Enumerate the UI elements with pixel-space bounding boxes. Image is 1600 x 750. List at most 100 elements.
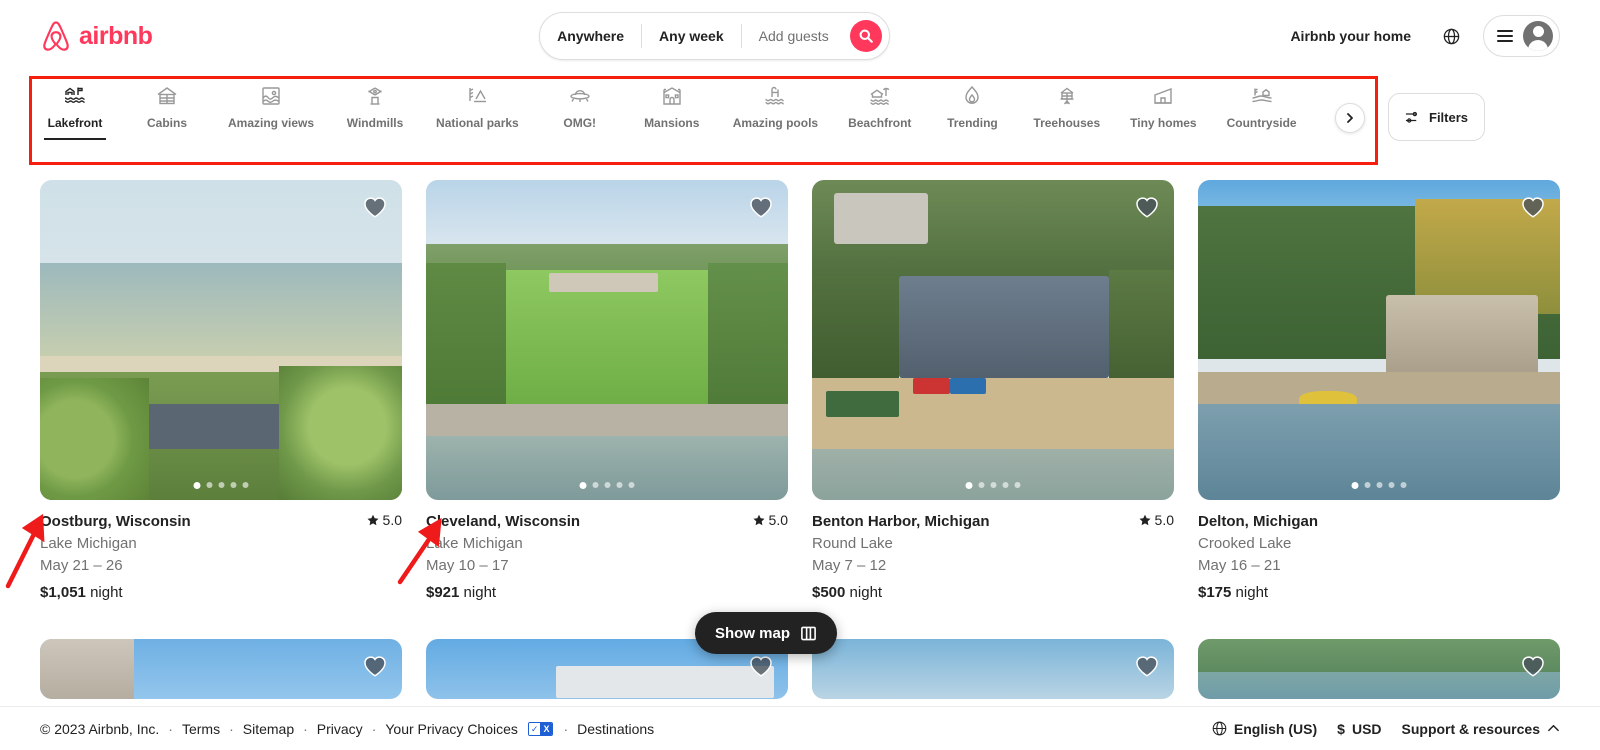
listing-photo[interactable]: [812, 180, 1174, 500]
show-map-button[interactable]: Show map: [695, 612, 838, 654]
category-treehouses[interactable]: Treehouses: [1033, 72, 1100, 140]
listing-price: $500 night: [812, 584, 1174, 601]
listing-subtitle: Crooked Lake: [1198, 535, 1292, 552]
category-amazing-views[interactable]: Amazing views: [228, 72, 314, 140]
footer-link-terms[interactable]: Terms: [182, 721, 220, 737]
listing-price-amount: $500: [812, 584, 846, 601]
airbnb-logo-text: airbnb: [79, 21, 153, 50]
listing-photo[interactable]: [426, 180, 788, 500]
listing-rating: 5.0: [753, 512, 788, 528]
listing-card[interactable]: Oostburg, Wisconsin 5.0 Lake Michigan Ma…: [40, 180, 402, 613]
footer-link-your-privacy-choices[interactable]: Your Privacy Choices: [385, 721, 518, 737]
category-label: Tiny homes: [1130, 116, 1197, 130]
category-lakefront[interactable]: Lakefront: [44, 72, 106, 140]
category-countryside[interactable]: Countryside: [1227, 72, 1297, 140]
category-label: National parks: [436, 116, 519, 130]
category-label: OMG!: [563, 116, 597, 130]
search-location-button[interactable]: Anywhere: [540, 13, 641, 59]
category-trending[interactable]: Trending: [941, 72, 1003, 140]
footer-link-destinations[interactable]: Destinations: [577, 721, 654, 737]
photo-scene: [1198, 180, 1560, 500]
category-national-parks[interactable]: National parks: [436, 72, 519, 140]
national-parks-icon: [469, 88, 487, 103]
star-icon: [367, 514, 379, 526]
footer-separator: ·: [168, 720, 173, 737]
listing-title-row: Benton Harbor, Michigan 5.0: [812, 512, 1174, 531]
category-next-button[interactable]: [1335, 103, 1365, 133]
save-to-wishlist-heart-icon[interactable]: [1520, 194, 1546, 220]
listing-dates: May 7 – 12: [812, 557, 887, 574]
listing-rating-value: 5.0: [768, 512, 788, 528]
category-mansions[interactable]: Mansions: [641, 72, 703, 140]
category-tiny-homes[interactable]: Tiny homes: [1130, 72, 1197, 140]
site-footer: © 2023 Airbnb, Inc. · Terms · Sitemap · …: [0, 706, 1600, 750]
footer-preferences: English (US) $ USD Support & resources: [1212, 721, 1560, 737]
save-to-wishlist-heart-icon[interactable]: [748, 194, 774, 220]
category-beachfront[interactable]: Beachfront: [848, 72, 911, 140]
beachfront-icon: [870, 87, 890, 105]
category-omg[interactable]: OMG!: [549, 72, 611, 140]
airbnb-logo[interactable]: airbnb: [40, 19, 153, 53]
photo-carousel-dots[interactable]: [193, 482, 249, 489]
countryside-icon: [1252, 88, 1272, 103]
category-label: Trending: [947, 116, 998, 130]
airbnb-your-home-link[interactable]: Airbnb your home: [1276, 16, 1425, 56]
search-guests-button[interactable]: Add guests: [742, 13, 846, 59]
save-to-wishlist-heart-icon[interactable]: [1134, 194, 1160, 220]
listing-photo[interactable]: [40, 180, 402, 500]
category-amazing-pools[interactable]: Amazing pools: [733, 72, 818, 140]
site-header: airbnb Anywhere Any week Add guests Airb…: [0, 0, 1600, 72]
listing-price-amount: $921: [426, 584, 460, 601]
user-avatar-icon: [1523, 21, 1553, 51]
listing-photo[interactable]: [40, 638, 402, 699]
save-to-wishlist-heart-icon[interactable]: [362, 653, 388, 679]
language-selector[interactable]: English (US): [1212, 721, 1317, 737]
photo-scene: [40, 180, 402, 500]
footer-separator: ·: [563, 720, 569, 737]
save-to-wishlist-heart-icon[interactable]: [748, 653, 774, 679]
listing-card[interactable]: [40, 638, 402, 711]
search-area: Anywhere Any week Add guests: [152, 12, 1276, 60]
amazing-pools-icon: [765, 86, 785, 105]
user-menu-button[interactable]: [1483, 15, 1560, 57]
privacy-badge-check: ✓: [528, 722, 541, 735]
photo-scene: [812, 180, 1174, 500]
support-resources-menu[interactable]: Support & resources: [1402, 721, 1560, 737]
save-to-wishlist-heart-icon[interactable]: [1134, 653, 1160, 679]
category-cabins[interactable]: Cabins: [136, 72, 198, 140]
language-globe-button[interactable]: [1431, 16, 1471, 56]
photo-carousel-dots[interactable]: [1351, 482, 1407, 489]
photo-carousel-dots[interactable]: [579, 482, 635, 489]
search-icon: [859, 29, 873, 43]
listing-card[interactable]: [1198, 638, 1560, 711]
airbnb-belo-icon: [43, 21, 69, 51]
listing-photo[interactable]: [1198, 638, 1560, 699]
listing-card[interactable]: Cleveland, Wisconsin 5.0 Lake Michigan M…: [426, 180, 788, 613]
footer-link-privacy[interactable]: Privacy: [317, 721, 363, 737]
category-windmills[interactable]: Windmills: [344, 72, 406, 140]
listing-title-row: Oostburg, Wisconsin 5.0: [40, 512, 402, 531]
listing-title-row: Delton, Michigan: [1198, 512, 1560, 531]
search-submit-button[interactable]: [849, 20, 882, 52]
category-label: Amazing views: [228, 116, 315, 130]
listing-price-amount: $175: [1198, 584, 1232, 601]
save-to-wishlist-heart-icon[interactable]: [1520, 653, 1546, 679]
currency-selector[interactable]: $ USD: [1337, 721, 1381, 737]
search-bar[interactable]: Anywhere Any week Add guests: [539, 12, 890, 60]
photo-carousel-dots[interactable]: [965, 482, 1021, 489]
listing-photo[interactable]: [1198, 180, 1560, 500]
save-to-wishlist-heart-icon[interactable]: [362, 194, 388, 220]
listing-photo[interactable]: [812, 638, 1174, 699]
globe-icon: [1443, 28, 1459, 44]
search-dates-button[interactable]: Any week: [642, 13, 741, 59]
listing-title-row: Cleveland, Wisconsin 5.0: [426, 512, 788, 531]
privacy-choices-badge-icon: ✓ X: [527, 721, 554, 736]
category-label: Cabins: [146, 116, 187, 130]
copyright-text: © 2023 Airbnb, Inc.: [40, 720, 160, 737]
filters-button[interactable]: Filters: [1388, 93, 1486, 141]
listing-card[interactable]: [812, 638, 1174, 711]
footer-link-sitemap[interactable]: Sitemap: [243, 721, 294, 737]
listing-card[interactable]: Benton Harbor, Michigan 5.0 Round Lake M…: [812, 180, 1174, 613]
listing-card[interactable]: Delton, Michigan Crooked Lake May 16 – 2…: [1198, 180, 1560, 613]
listing-dates: May 10 – 17: [426, 557, 509, 574]
